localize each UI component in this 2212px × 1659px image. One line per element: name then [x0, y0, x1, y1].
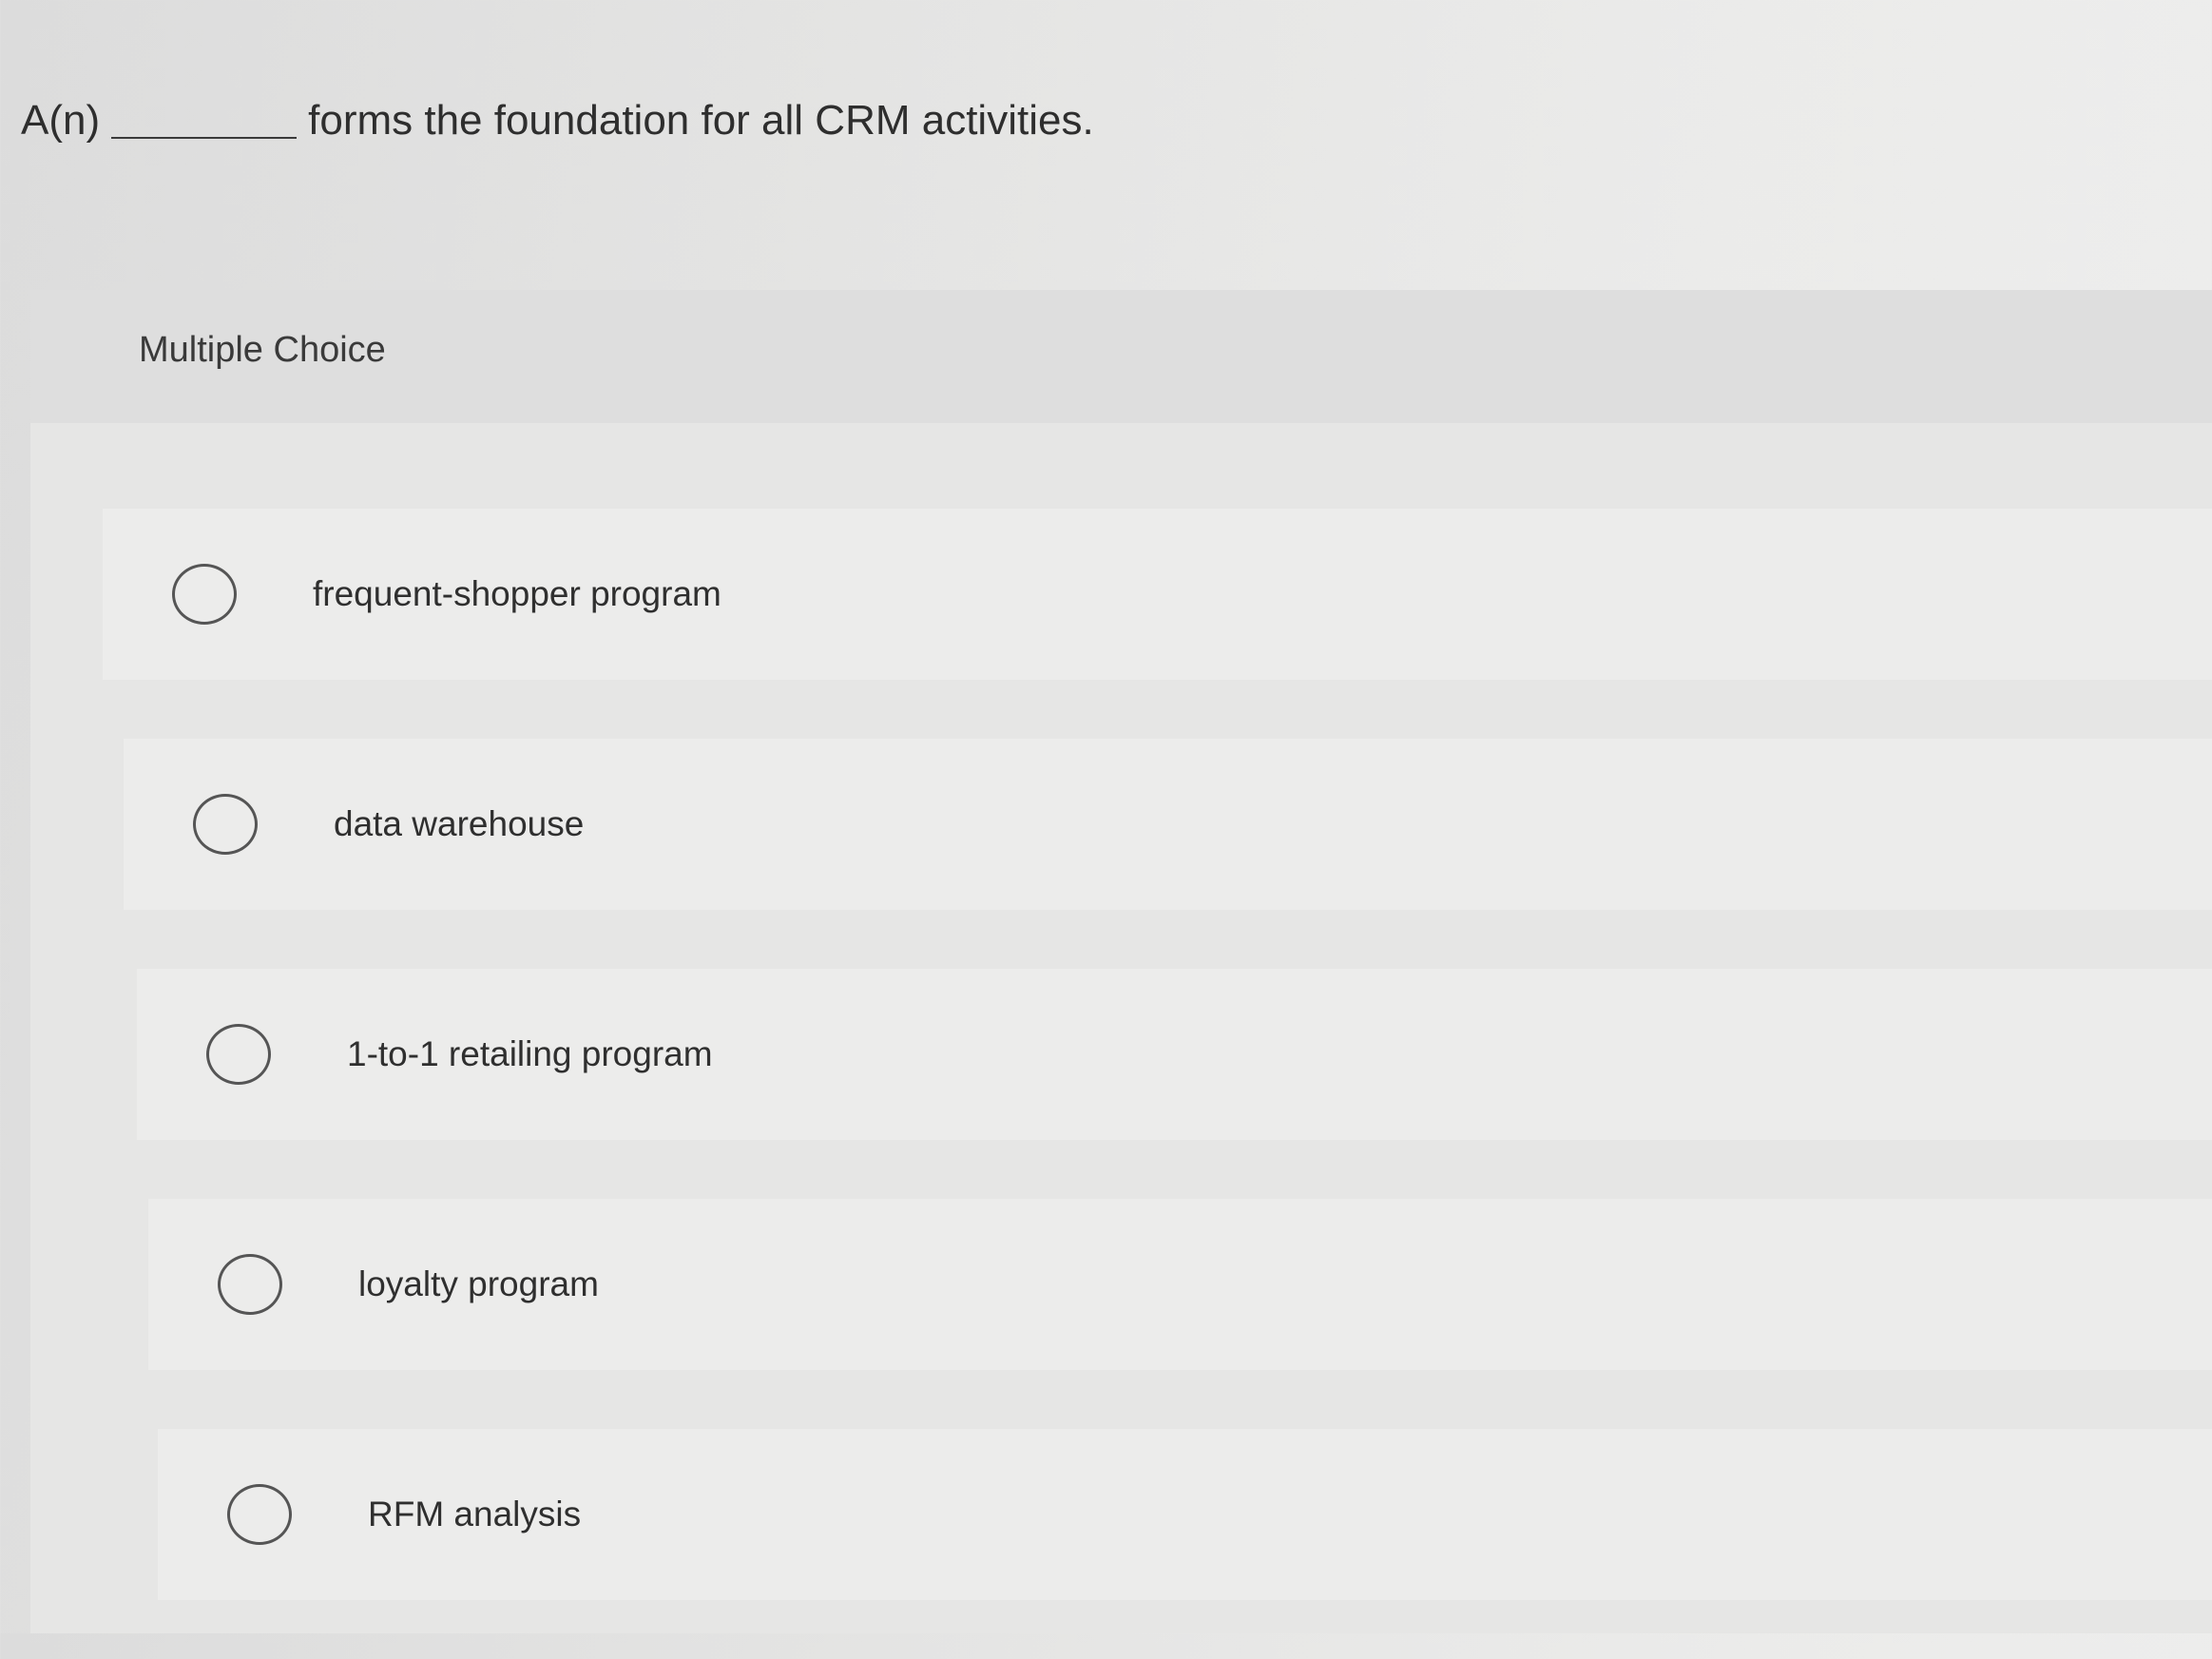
answer-option-rfm-analysis[interactable]: RFM analysis: [158, 1429, 2212, 1600]
question-text: A(n) forms the foundation for all CRM ac…: [21, 87, 1094, 154]
radio-button-icon[interactable]: [206, 1024, 271, 1085]
answer-option-1-to-1-retailing-program[interactable]: 1-to-1 retailing program: [137, 969, 2212, 1140]
answer-option-frequent-shopper-program[interactable]: frequent-shopper program: [103, 509, 2212, 680]
multiple-choice-title: Multiple Choice: [139, 330, 386, 370]
answer-options: frequent-shopper program data warehouse …: [103, 509, 2212, 1659]
radio-button-icon[interactable]: [218, 1254, 282, 1315]
answer-option-loyalty-program[interactable]: loyalty program: [148, 1199, 2212, 1370]
radio-button-icon[interactable]: [172, 564, 237, 625]
radio-button-icon[interactable]: [193, 794, 258, 855]
option-label: loyalty program: [358, 1264, 599, 1303]
option-label: frequent-shopper program: [313, 574, 721, 613]
option-label: data warehouse: [334, 804, 585, 843]
option-label: RFM analysis: [368, 1495, 582, 1534]
answer-blank: [111, 103, 298, 139]
question-suffix: forms the foundation for all CRM activit…: [308, 97, 1094, 144]
question-prefix: A(n): [21, 97, 101, 144]
radio-button-icon[interactable]: [227, 1484, 292, 1545]
option-label: 1-to-1 retailing program: [347, 1034, 713, 1073]
answer-option-data-warehouse[interactable]: data warehouse: [124, 739, 2212, 910]
